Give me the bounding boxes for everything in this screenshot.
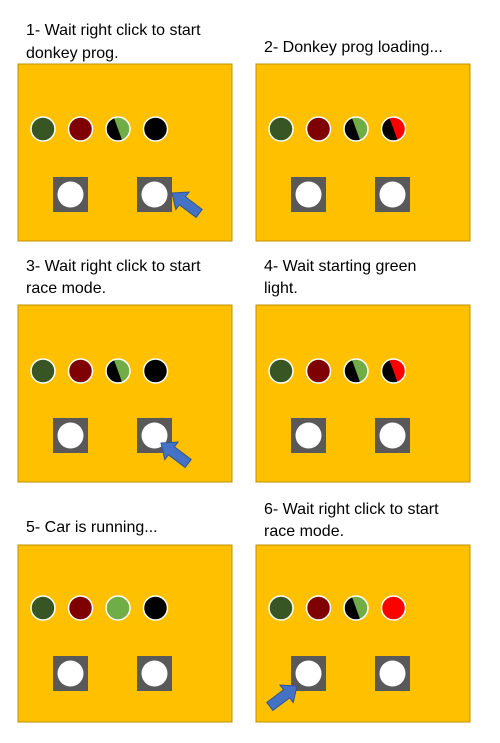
- step-4-left-button: [291, 418, 326, 453]
- light-dark-green-icon: [268, 116, 294, 142]
- light-black-icon: [142, 358, 169, 384]
- step-4-caption-line2: light.: [264, 280, 298, 297]
- step-4: 4- Wait starting green light.: [255, 258, 471, 483]
- light-black-icon: [142, 595, 169, 621]
- step-5-left-button: [53, 656, 88, 691]
- light-red-icon: [380, 595, 407, 621]
- step-6-caption-line1: 6- Wait right click to start: [264, 501, 439, 518]
- light-black-icon: [142, 116, 169, 142]
- step-2: 2- Donkey prog loading...: [255, 39, 471, 242]
- step-3-caption-line2: race mode.: [26, 280, 106, 297]
- light-split-green-icon: [343, 358, 369, 384]
- step-5-panel: [17, 544, 233, 723]
- light-dark-green-icon: [30, 595, 56, 621]
- step-2-caption-line1: 2- Donkey prog loading...: [264, 39, 443, 56]
- step-6-right-button: [375, 656, 410, 691]
- light-dark-red-icon: [305, 358, 332, 384]
- light-dark-red-icon: [67, 358, 94, 384]
- light-split-red-icon: [380, 116, 407, 142]
- step-3-left-button: [53, 418, 88, 453]
- light-dark-green-icon: [30, 116, 56, 142]
- state-diagram: 1- Wait right click to start donkey prog…: [17, 22, 471, 723]
- light-split-green-icon: [343, 116, 369, 142]
- step-4-right-button: [375, 418, 410, 453]
- step-4-panel: [255, 304, 471, 483]
- step-5-right-button: [137, 656, 172, 691]
- step-5: 5- Car is running...: [17, 519, 233, 723]
- light-split-green-icon: [105, 116, 131, 142]
- light-split-green-icon: [343, 595, 369, 621]
- light-dark-red-icon: [67, 595, 94, 621]
- step-1-right-button: [137, 177, 172, 212]
- step-1-caption-line2: donkey prog.: [26, 45, 119, 62]
- step-3: 3- Wait right click to start race mode.: [17, 258, 233, 483]
- light-green-icon: [105, 595, 131, 621]
- step-6: 6- Wait right click to start race mode.: [255, 501, 471, 723]
- step-1-panel: [17, 63, 233, 242]
- step-6-caption-line2: race mode.: [264, 523, 344, 540]
- step-4-caption-line1: 4- Wait starting green: [264, 258, 416, 275]
- step-2-right-button: [375, 177, 410, 212]
- light-dark-red-icon: [305, 116, 332, 142]
- step-1-left-button: [53, 177, 88, 212]
- step-1: 1- Wait right click to start donkey prog…: [17, 22, 233, 242]
- light-dark-red-icon: [305, 595, 332, 621]
- step-2-panel: [255, 63, 471, 242]
- step-2-left-button: [291, 177, 326, 212]
- light-dark-green-icon: [30, 358, 56, 384]
- light-split-green-icon: [105, 358, 131, 384]
- step-5-caption-line1: 5- Car is running...: [26, 519, 158, 536]
- step-3-caption-line1: 3- Wait right click to start: [26, 258, 201, 275]
- light-split-red-icon: [380, 358, 407, 384]
- step-1-caption-line1: 1- Wait right click to start: [26, 22, 201, 39]
- step-3-panel: [17, 304, 233, 483]
- light-dark-red-icon: [67, 116, 94, 142]
- light-dark-green-icon: [268, 595, 294, 621]
- light-dark-green-icon: [268, 358, 294, 384]
